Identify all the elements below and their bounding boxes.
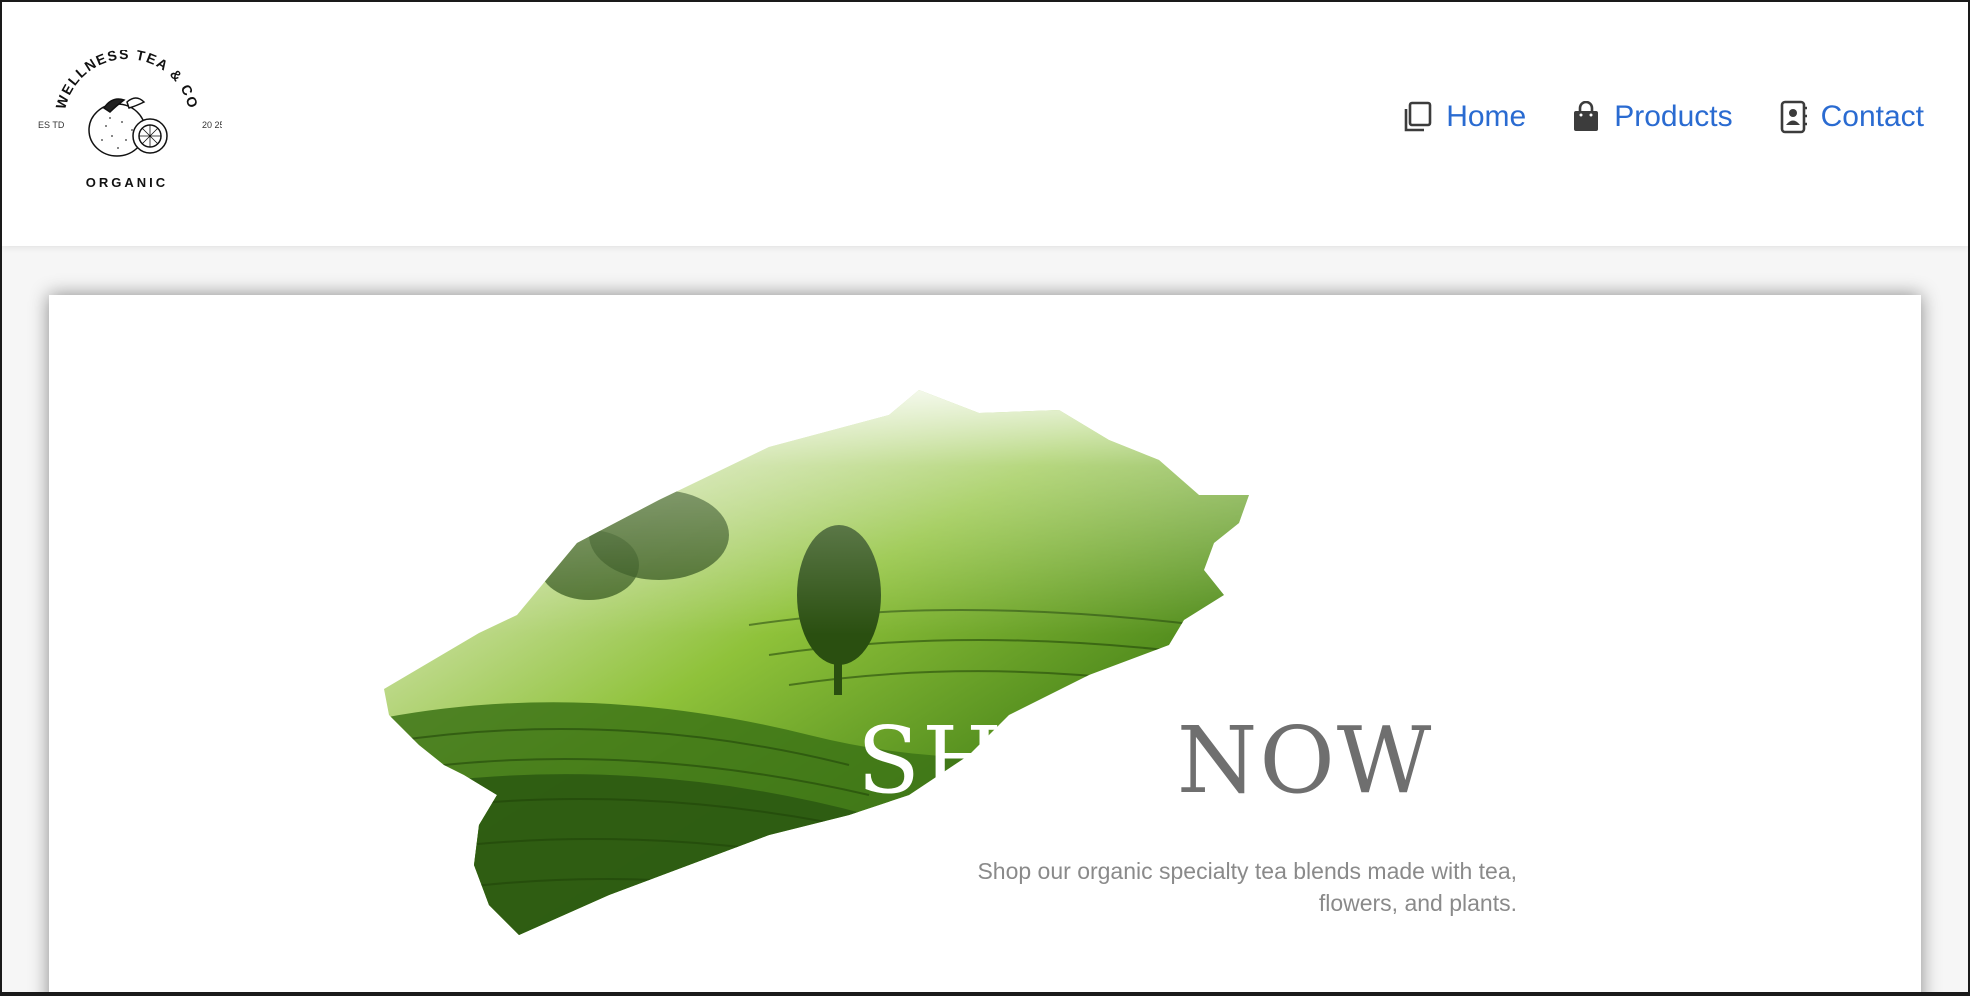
shop-now-heading-part1: SHOP [857, 707, 1146, 814]
copy-pages-icon [1404, 101, 1432, 132]
address-book-icon [1780, 100, 1807, 134]
shop-now-heading[interactable]: SHOP NOW [857, 715, 1433, 807]
shopping-bag-icon [1574, 101, 1599, 131]
est-left: ES TD [38, 120, 65, 130]
site-header: WELLNESS TEA & CO ES TD 20 25 [2, 2, 1968, 246]
est-right: 20 25 [202, 120, 222, 130]
nav-contact-link[interactable]: Contact [1779, 100, 1924, 134]
nav-products-label: Products [1614, 100, 1733, 133]
nav-home-label: Home [1446, 100, 1527, 133]
hero-banner[interactable]: SHOP NOW Shop our organic specialty tea … [49, 295, 1921, 992]
nav-home-link[interactable]: Home [1402, 100, 1526, 134]
hero-subtitle: Shop our organic specialty tea blends ma… [977, 858, 1517, 916]
nav-contact-label: Contact [1820, 100, 1924, 133]
shop-now-heading-part2: NOW [1145, 707, 1434, 814]
main-nav: Home Products Contact [1402, 100, 1924, 134]
lemon-emblem-icon: WELLNESS TEA & CO ES TD 20 25 [38, 46, 225, 190]
brand-tagline: ORGANIC [86, 175, 168, 190]
nav-products-link[interactable]: Products [1572, 100, 1733, 134]
browser-viewport: WELLNESS TEA & CO ES TD 20 25 [0, 0, 1970, 996]
brand-logo[interactable]: WELLNESS TEA & CO ES TD 20 25 [32, 46, 225, 200]
